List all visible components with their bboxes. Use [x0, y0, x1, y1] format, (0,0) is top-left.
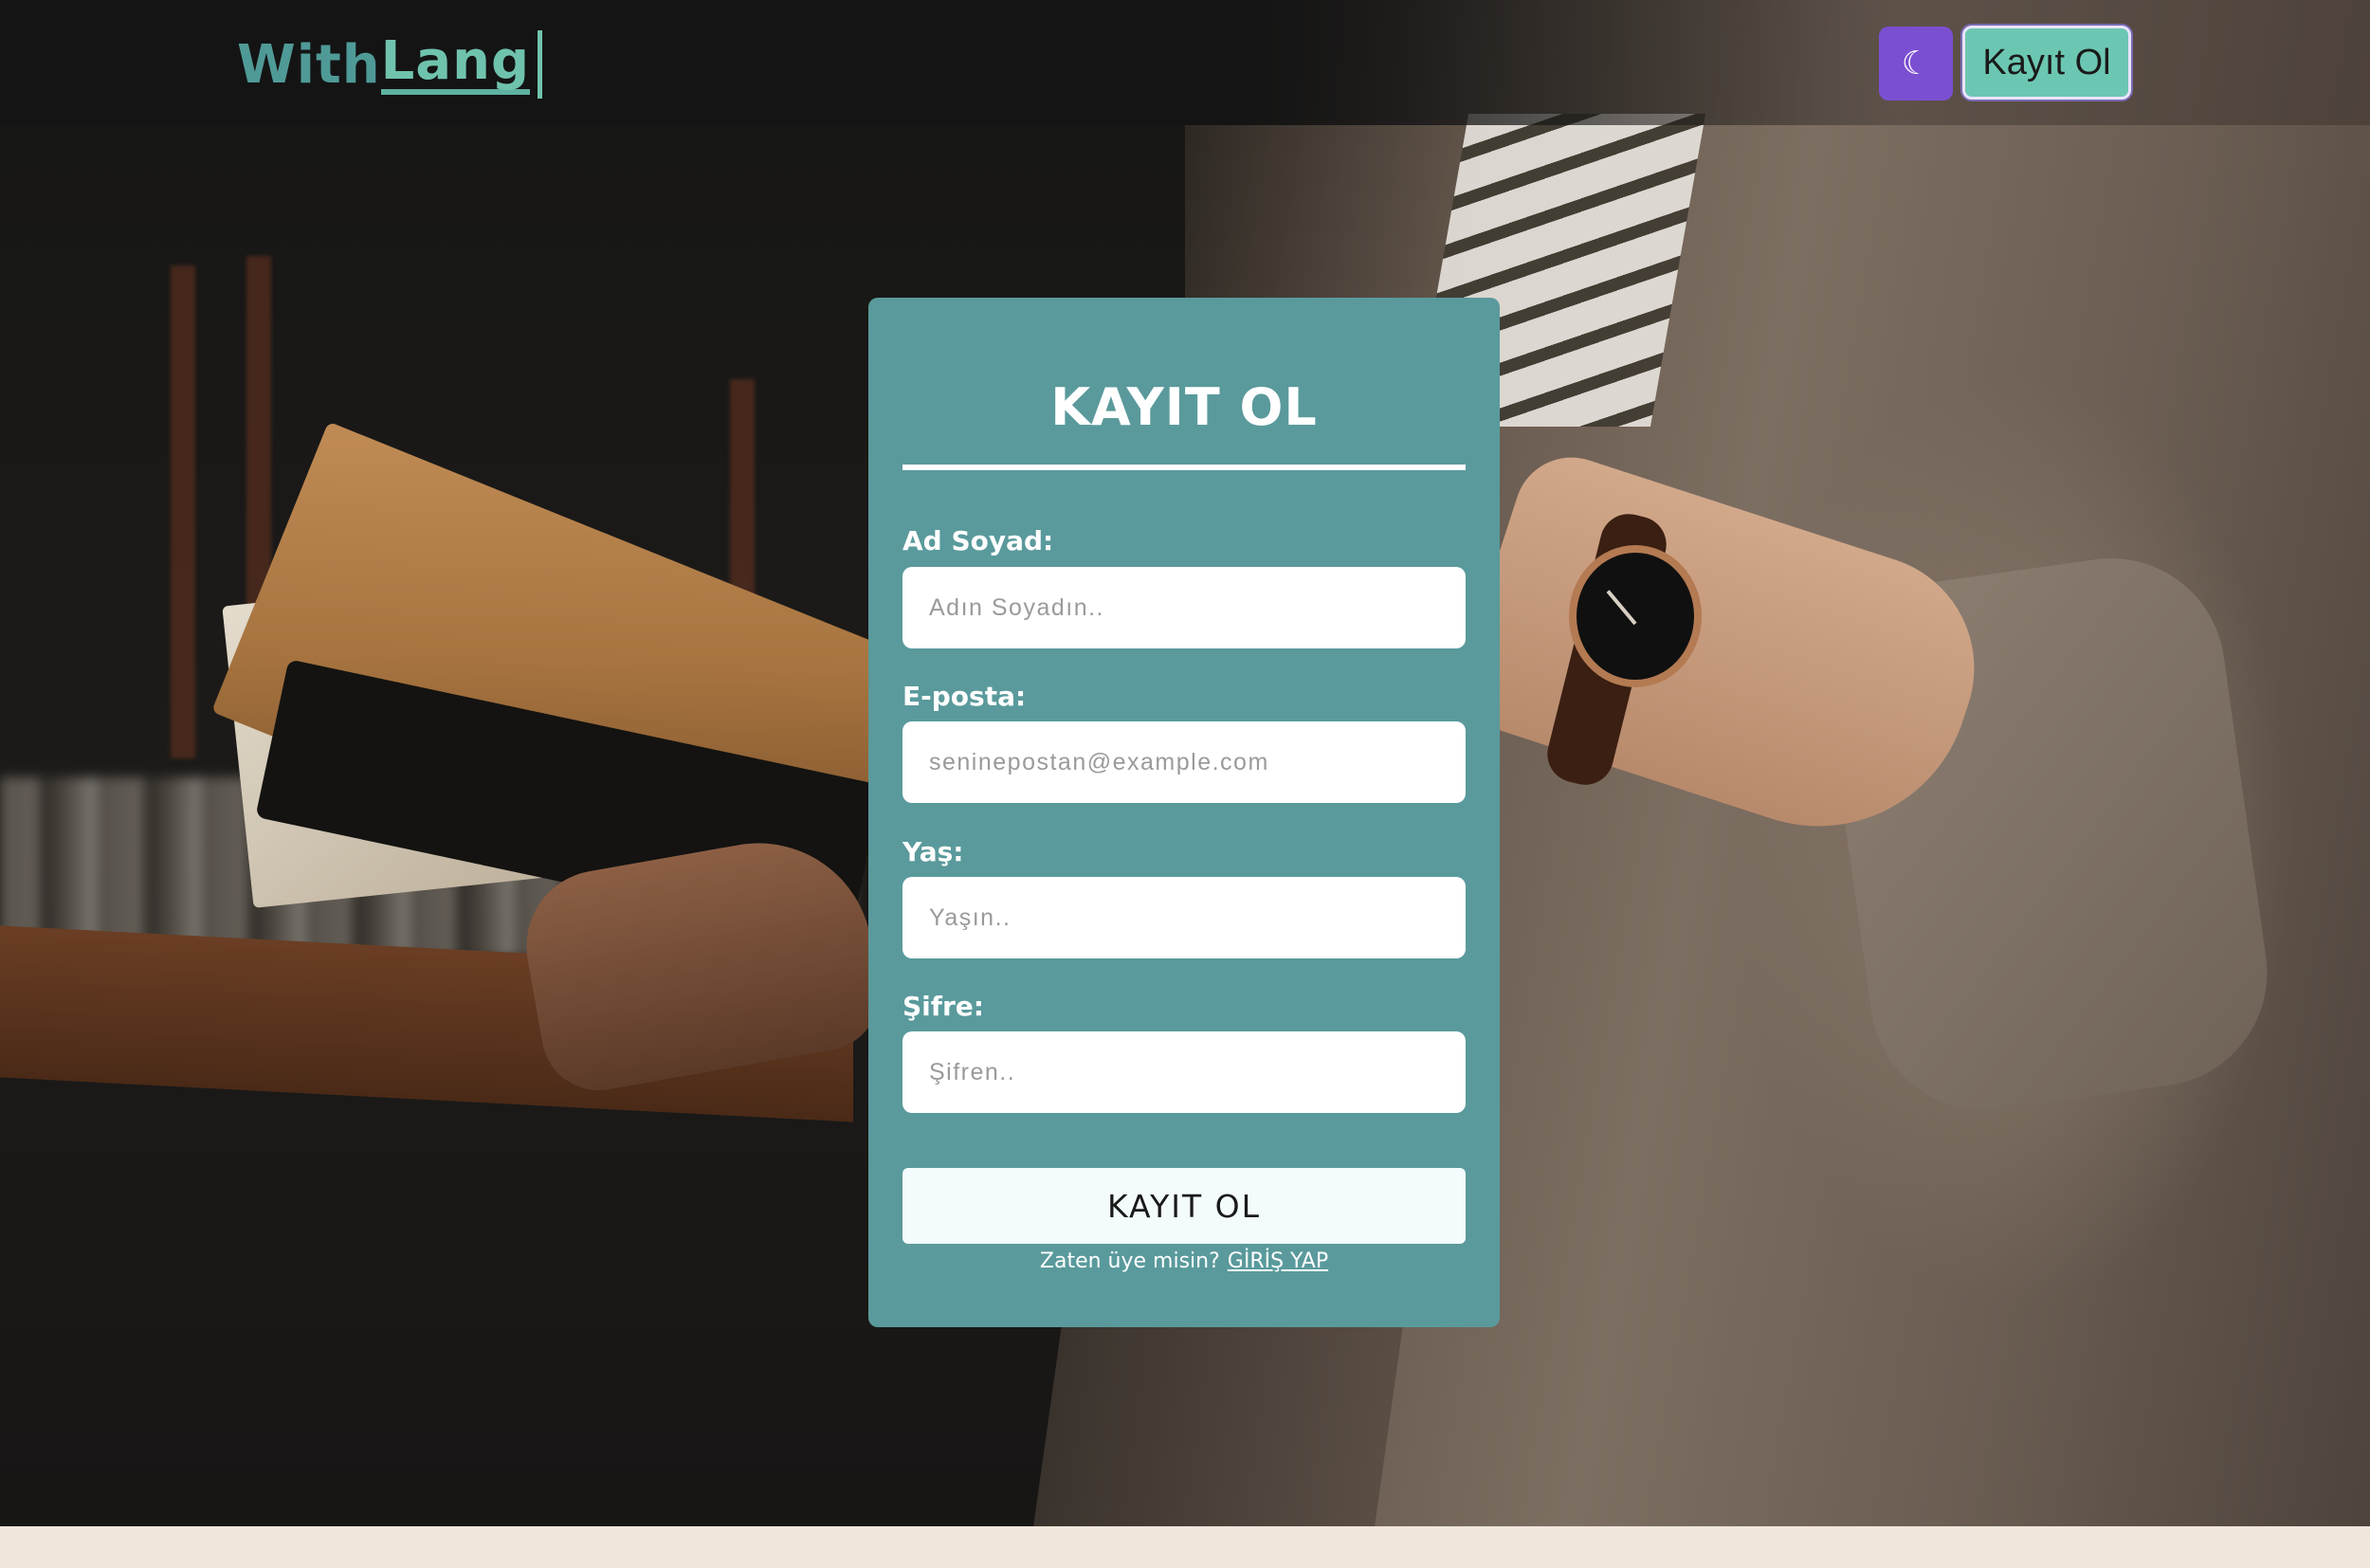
password-input[interactable]	[902, 1031, 1466, 1113]
name-input[interactable]	[902, 567, 1466, 648]
form-title: KAYIT OL	[1050, 377, 1318, 437]
nav-register-button[interactable]: Kayıt Ol	[1962, 26, 2131, 100]
title-divider	[902, 465, 1466, 470]
login-prompt-row: Zaten üye misin? GİRİŞ YAP	[868, 1249, 1500, 1273]
login-link[interactable]: GİRİŞ YAP	[1228, 1249, 1328, 1273]
age-input[interactable]	[902, 877, 1466, 958]
site-logo[interactable]: With Lang	[237, 27, 543, 102]
logo-text-lang: Lang	[380, 33, 531, 96]
password-label: Şifre:	[902, 991, 984, 1022]
top-navbar: With Lang ☾ Kayıt Ol	[0, 0, 2370, 125]
login-prompt-text: Zaten üye misin?	[1039, 1249, 1220, 1273]
register-submit-button[interactable]: KAYIT OL	[902, 1168, 1466, 1244]
logo-cursor	[538, 30, 543, 99]
background-book-spine	[171, 265, 195, 758]
email-input[interactable]	[902, 721, 1466, 803]
moon-icon: ☾	[1901, 46, 1931, 82]
age-label: Yaş:	[902, 836, 964, 867]
email-label: E-posta:	[902, 681, 1027, 712]
watch-icon	[1569, 545, 1702, 687]
logo-text-with: With	[237, 33, 381, 96]
name-label: Ad Soyad:	[902, 525, 1054, 556]
register-form-card: KAYIT OL Ad Soyad: E-posta: Yaş: Şifre: …	[868, 298, 1500, 1327]
theme-toggle-button[interactable]: ☾	[1879, 27, 1953, 100]
